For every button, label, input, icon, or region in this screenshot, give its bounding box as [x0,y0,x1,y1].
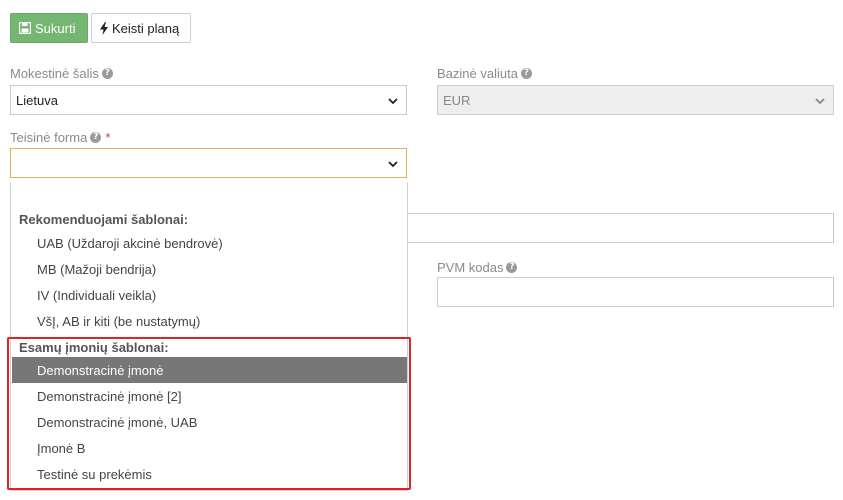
help-icon[interactable]: ? [90,132,102,143]
save-button-label: Sukurti [35,20,76,36]
lightning-bolt-icon [100,21,108,35]
dropdown-option-company-b[interactable]: Įmonė B [12,435,407,461]
tax-country-label: Mokestinė šalis ? [10,66,113,81]
dropdown-option-test-with-products[interactable]: Testinė su prekėmis [12,461,407,487]
vat-code-label-text: PVM kodas [437,260,504,275]
save-button[interactable]: Sukurti [10,13,88,43]
chevron-down-icon [815,98,825,105]
company-name-input[interactable] [400,213,834,243]
dropdown-option-demo-company-uab[interactable]: Demonstracinė įmonė, UAB [12,409,407,435]
required-marker: * [105,130,111,145]
base-currency-label: Bazinė valiuta ? [437,66,532,81]
dropdown-option-demo-company[interactable]: Demonstracinė įmonė [12,357,407,383]
legal-form-dropdown: Rekomenduojami šablonai: UAB (Uždaroji a… [10,183,408,491]
chevron-down-icon [388,161,398,168]
tax-country-select[interactable]: Lietuva [10,85,407,115]
base-currency-value: EUR [443,92,471,108]
dropdown-option-mb[interactable]: MB (Mažoji bendrija) [12,256,407,282]
recommended-templates-group-label: Rekomenduojami šablonai: [19,212,189,227]
tax-country-value: Lietuva [16,92,58,108]
help-icon[interactable]: ? [520,68,532,79]
vat-code-label: PVM kodas ? [437,260,518,275]
legal-form-select[interactable] [10,148,407,178]
existing-company-templates-group-label: Esamų įmonių šablonai: [19,340,169,355]
floppy-disk-icon [19,22,31,34]
chevron-down-icon [388,98,398,105]
change-plan-button-label: Keisti planą [112,20,180,36]
toolbar: Sukurti Keisti planą [10,13,191,43]
change-plan-button[interactable]: Keisti planą [91,13,191,43]
dropdown-option-demo-company-2[interactable]: Demonstracinė įmonė [2] [12,383,407,409]
base-currency-select: EUR [437,85,834,115]
dropdown-option-vsi[interactable]: VšĮ, AB ir kiti (be nustatymų) [12,308,407,334]
dropdown-option-iv[interactable]: IV (Individuali veikla) [12,282,407,308]
help-icon[interactable]: ? [101,68,113,79]
vat-code-input[interactable] [437,277,834,307]
legal-form-label: Teisinė forma ? * [10,130,110,145]
legal-form-label-text: Teisinė forma [10,130,88,145]
help-icon[interactable]: ? [506,262,518,273]
dropdown-option-uab[interactable]: UAB (Uždaroji akcinė bendrovė) [12,230,407,256]
base-currency-label-text: Bazinė valiuta [437,66,518,81]
tax-country-label-text: Mokestinė šalis [10,66,99,81]
